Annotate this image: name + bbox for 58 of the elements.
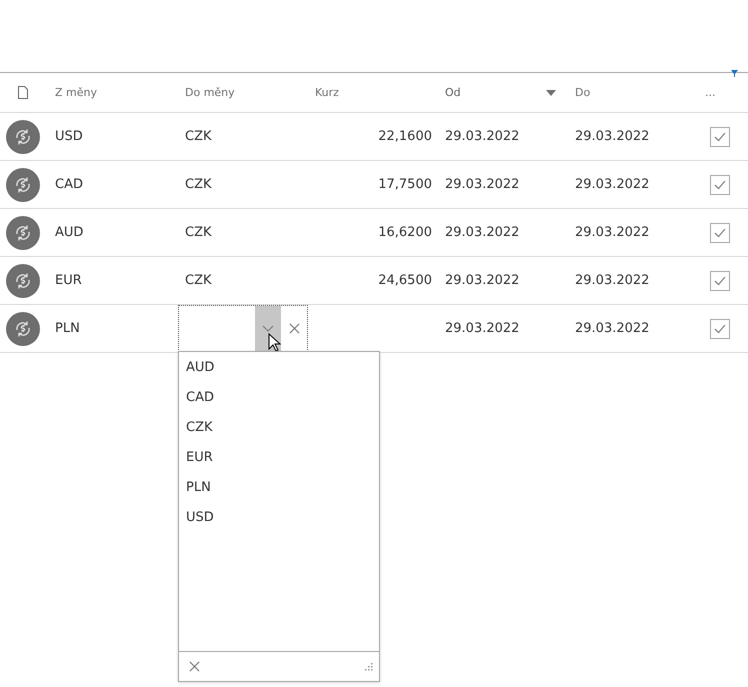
table-cell-text: EUR	[54, 273, 83, 288]
table-cell-text: 29.03.2022	[444, 321, 520, 336]
check-icon	[714, 180, 726, 190]
column-header[interactable]: Do	[575, 86, 590, 99]
table-cell-text: CZK	[184, 273, 213, 288]
table-cell-text: CZK	[184, 129, 213, 144]
dropdown-option[interactable]: EUR	[179, 443, 379, 473]
table-cell-text: 17,7500	[377, 177, 433, 192]
column-header[interactable]: ...	[705, 86, 716, 99]
checkbox[interactable]	[710, 318, 730, 338]
table-cell-text: PLN	[54, 321, 81, 336]
table-cell-text: 29.03.2022	[444, 273, 520, 288]
table-cell-text: 29.03.2022	[574, 273, 650, 288]
column-header[interactable]: Z měny	[55, 86, 97, 99]
column-header[interactable]: Od	[445, 86, 461, 99]
checkbox[interactable]	[710, 174, 730, 194]
sync-icon	[6, 168, 40, 202]
sync-icon	[6, 216, 40, 250]
table-cell-text: 29.03.2022	[444, 129, 520, 144]
check-icon	[714, 276, 726, 286]
document-icon	[18, 86, 28, 99]
table-cell-text: CZK	[184, 177, 213, 192]
table-cell-text: 29.03.2022	[574, 129, 650, 144]
table-cell-text: 29.03.2022	[574, 321, 650, 336]
sync-icon	[6, 312, 40, 346]
table-cell-text: 29.03.2022	[444, 225, 520, 240]
sync-icon	[6, 120, 40, 154]
check-icon	[714, 132, 726, 142]
dropdown-option[interactable]: USD	[179, 503, 379, 533]
resize-grip-icon[interactable]	[364, 662, 373, 671]
table-cell-text: 29.03.2022	[574, 177, 650, 192]
column-header[interactable]: Kurz	[315, 86, 339, 99]
table-cell-text: 29.03.2022	[444, 177, 520, 192]
sync-icon	[6, 264, 40, 298]
table-cell-text: CZK	[184, 225, 213, 240]
table-cell-text: AUD	[54, 225, 84, 240]
close-icon	[288, 323, 300, 334]
checkbox[interactable]	[710, 126, 730, 146]
sort-icon[interactable]	[546, 90, 556, 96]
checkbox[interactable]	[710, 270, 730, 290]
checkbox[interactable]	[710, 222, 730, 242]
dropdown-option[interactable]: CZK	[179, 413, 379, 443]
table-cell-text: 29.03.2022	[574, 225, 650, 240]
close-icon	[189, 661, 200, 672]
chevron-icon	[262, 325, 274, 332]
table-cell-text: CAD	[54, 177, 84, 192]
dropdown-option[interactable]: PLN	[179, 473, 379, 503]
filter-icon[interactable]	[731, 70, 738, 77]
dropdown-option[interactable]: AUD	[179, 353, 379, 383]
table-cell-text: 16,6200	[377, 225, 433, 240]
table-cell-text: 22,1600	[377, 129, 433, 144]
table-cell-text: 24,6500	[377, 273, 433, 288]
dropdown-option[interactable]: CAD	[179, 383, 379, 413]
column-header[interactable]: Do měny	[185, 86, 235, 99]
table-cell-text: USD	[54, 129, 84, 144]
check-icon	[714, 324, 726, 334]
check-icon	[714, 228, 726, 238]
dropdown-button[interactable]	[255, 306, 281, 351]
